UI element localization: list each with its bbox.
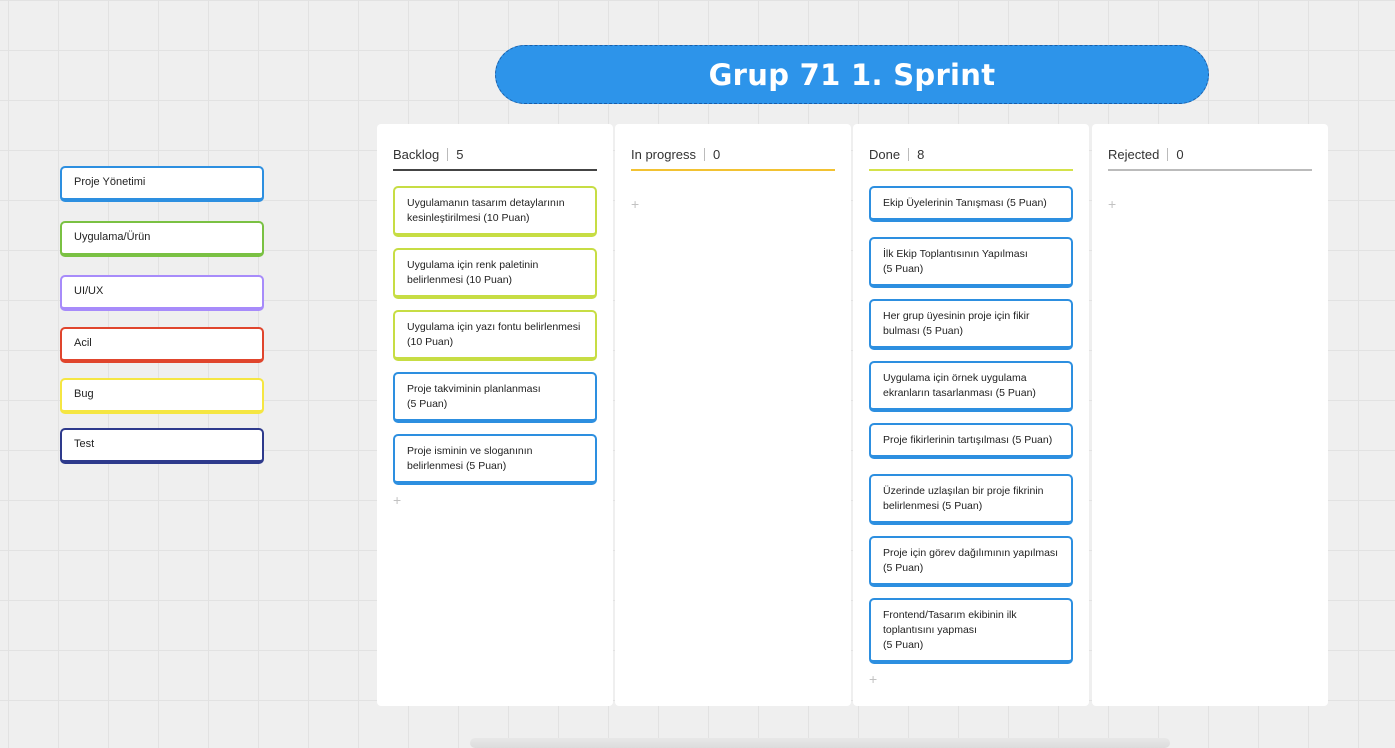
task-card[interactable]: Uygulamanın tasarım detaylarının kesinle… — [393, 186, 597, 237]
column-header[interactable]: Done 8 — [869, 138, 1073, 170]
kanban-column-done: Done 8 Ekip Üyelerinin Tanışması (5 Puan… — [853, 124, 1089, 706]
column-count: 5 — [456, 146, 464, 162]
task-card[interactable]: İlk Ekip Toplantısının Yapılması (5 Puan… — [869, 237, 1073, 288]
column-count: 8 — [917, 146, 925, 162]
legend-tag-uygulama-urun[interactable]: Uygulama/Ürün — [60, 221, 264, 257]
add-card-button[interactable]: + — [1108, 196, 1116, 212]
task-card[interactable]: Proje isminin ve sloganının belirlenmesi… — [393, 434, 597, 485]
column-header-divider — [447, 147, 449, 161]
kanban-column-rejected: Rejected 0 + — [1092, 124, 1328, 706]
column-header-divider — [908, 147, 910, 161]
legend-tag-test[interactable]: Test — [60, 428, 264, 464]
task-card[interactable]: Üzerinde uzlaşılan bir proje fikrinin be… — [869, 474, 1073, 525]
task-card[interactable]: Frontend/Tasarım ekibinin ilk toplantısı… — [869, 598, 1073, 664]
add-card-button[interactable]: + — [869, 671, 877, 687]
board-title: Grup 71 1. Sprint — [708, 57, 996, 92]
column-count: 0 — [1176, 146, 1184, 162]
add-card-button[interactable]: + — [631, 196, 639, 212]
column-underline — [393, 169, 597, 171]
kanban-column-in-progress: In progress 0 + — [615, 124, 851, 706]
column-title: Done — [869, 146, 901, 162]
column-title: In progress — [631, 146, 697, 162]
legend-tag-acil[interactable]: Acil — [60, 327, 264, 363]
column-header[interactable]: In progress 0 — [631, 138, 835, 170]
legend-tag-label: Acil — [74, 337, 92, 349]
column-underline — [869, 169, 1073, 171]
column-count: 0 — [713, 146, 721, 162]
task-card[interactable]: Ekip Üyelerinin Tanışması (5 Puan) — [869, 186, 1073, 222]
legend-tag-bug[interactable]: Bug — [60, 378, 264, 414]
column-title: Rejected — [1108, 146, 1160, 162]
add-card-button[interactable]: + — [393, 492, 401, 508]
board-title-banner[interactable]: Grup 71 1. Sprint — [495, 45, 1209, 104]
task-card[interactable]: Uygulama için yazı fontu belirlenmesi (1… — [393, 310, 597, 361]
legend-tag-label: Bug — [74, 388, 94, 400]
legend-tag-label: Test — [74, 438, 95, 450]
legend-tag-ui-ux[interactable]: UI/UX — [60, 275, 264, 311]
bottom-toolbar-shadow — [470, 738, 1170, 748]
column-underline — [631, 169, 835, 171]
task-card[interactable]: Proje için görev dağılımının yapılması (… — [869, 536, 1073, 587]
column-header-divider — [1167, 147, 1169, 161]
column-underline — [1108, 169, 1312, 171]
task-card[interactable]: Proje fikirlerinin tartışılması (5 Puan) — [869, 423, 1073, 459]
task-card[interactable]: Proje takviminin planlanması (5 Puan) — [393, 372, 597, 423]
legend-tag-label: Uygulama/Ürün — [74, 231, 151, 243]
column-title: Backlog — [393, 146, 440, 162]
task-card[interactable]: Uygulama için örnek uygulama ekranların … — [869, 361, 1073, 412]
column-header-divider — [704, 147, 706, 161]
kanban-column-backlog: Backlog 5 Uygulamanın tasarım detayların… — [377, 124, 613, 706]
legend-tag-label: Proje Yönetimi — [74, 176, 146, 188]
column-header[interactable]: Backlog 5 — [393, 138, 597, 170]
column-header[interactable]: Rejected 0 — [1108, 138, 1312, 170]
legend-tag-proje-yonetimi[interactable]: Proje Yönetimi — [60, 166, 264, 202]
legend-tag-label: UI/UX — [74, 285, 104, 297]
task-card[interactable]: Her grup üyesinin proje için fikir bulma… — [869, 299, 1073, 350]
task-card[interactable]: Uygulama için renk paletinin belirlenmes… — [393, 248, 597, 299]
